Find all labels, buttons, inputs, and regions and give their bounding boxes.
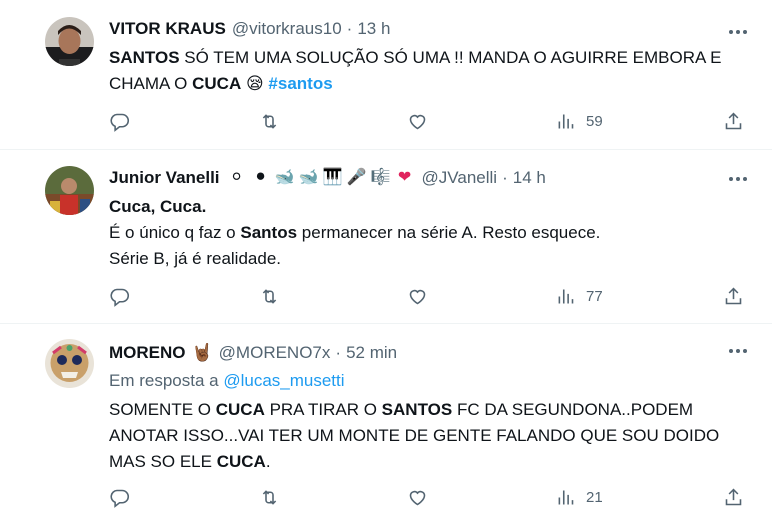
mention-text: CUCA xyxy=(215,400,265,419)
like-button[interactable] xyxy=(407,283,428,309)
like-icon xyxy=(409,114,426,129)
share-icon xyxy=(725,112,742,129)
name-emojis: ⚪ ⚫ 🐋 🐋 🎹 🎤 🎼 ❤ xyxy=(226,167,416,189)
tweet-actions: 59 xyxy=(109,108,751,134)
views-count: 21 xyxy=(586,488,603,506)
like-button[interactable] xyxy=(407,108,428,134)
emoji: 🐋 xyxy=(298,169,319,186)
share-icon xyxy=(725,488,742,505)
views-icon xyxy=(558,490,574,504)
text-line: Cuca, Cuca. xyxy=(109,197,207,216)
mention-text: SANTOS xyxy=(109,48,180,67)
tweet-text: Cuca, Cuca. É o único q faz o Santos per… xyxy=(109,194,752,272)
views-button[interactable]: 77 xyxy=(555,283,603,309)
emoji: 🎼 xyxy=(370,169,391,186)
tweet-actions: 77 xyxy=(109,283,751,309)
emoji: ⚪ xyxy=(229,169,244,186)
tweet-header: Junior Vanelli ⚪ ⚫ 🐋 🐋 🎹 🎤 🎼 ❤ @JVanelli… xyxy=(109,166,752,190)
emoji-text: 😪 xyxy=(241,74,269,93)
reply-icon xyxy=(110,288,130,307)
author-handle[interactable]: @vitorkraus10 xyxy=(232,19,342,39)
retweet-button[interactable] xyxy=(259,484,280,510)
like-button[interactable] xyxy=(407,484,428,510)
more-icon[interactable] xyxy=(724,341,752,361)
retweet-icon xyxy=(262,288,277,304)
mention-text: CUCA xyxy=(192,74,242,93)
emoji: ⚫ xyxy=(253,169,268,186)
text-span: permanecer na série A. Resto esquece. xyxy=(297,223,601,242)
reply-prefix: Em resposta a xyxy=(109,371,224,390)
separator-dot: · xyxy=(346,19,353,38)
views-count: 77 xyxy=(586,287,603,305)
like-icon xyxy=(409,490,426,505)
share-icon xyxy=(725,287,742,304)
text-line: Série B, já é realidade. xyxy=(109,249,281,268)
retweet-icon xyxy=(262,113,277,129)
tweet[interactable]: MORENO 🤘🏾 @MORENO7x · 52 min Em resposta… xyxy=(0,324,772,510)
text-span: . xyxy=(265,452,271,471)
emoji: ❤ xyxy=(397,169,412,186)
hashtag-link[interactable]: #santos xyxy=(268,74,332,93)
name-emoji: 🤘🏾 xyxy=(191,343,213,362)
tweet-text: SOMENTE O CUCA PRA TIRAR O SANTOS FC DA … xyxy=(109,397,752,475)
tweet[interactable]: Junior Vanelli ⚪ ⚫ 🐋 🐋 🎹 🎤 🎼 ❤ @JVanelli… xyxy=(0,150,772,324)
reply-button[interactable] xyxy=(109,108,130,134)
text-span: SOMENTE O xyxy=(109,400,216,419)
avatar[interactable] xyxy=(45,166,94,215)
tweet-text: SANTOS SÓ TEM UMA SOLUÇÃO SÓ UMA !! MAND… xyxy=(109,45,752,97)
avatar[interactable] xyxy=(45,17,94,66)
timestamp[interactable]: 52 min xyxy=(346,343,397,363)
timestamp[interactable]: 13 h xyxy=(357,19,390,39)
retweet-button[interactable] xyxy=(259,283,280,309)
reply-to-link[interactable]: @lucas_musetti xyxy=(223,371,344,390)
author-handle[interactable]: @JVanelli xyxy=(422,168,498,188)
emoji: 🎹 xyxy=(322,169,343,186)
text-span: PRA TIRAR O xyxy=(264,400,382,419)
views-icon xyxy=(558,289,574,303)
reply-button[interactable] xyxy=(109,283,130,309)
tweet-content: MORENO 🤘🏾 @MORENO7x · 52 min Em resposta… xyxy=(109,341,752,475)
tweet-content: Junior Vanelli ⚪ ⚫ 🐋 🐋 🎹 🎤 🎼 ❤ @JVanelli… xyxy=(109,166,752,272)
tweet-content: VITOR KRAUS @vitorkraus10 · 13 h SANTOS … xyxy=(109,17,752,97)
reply-icon xyxy=(110,489,130,508)
mention-text: SANTOS xyxy=(381,400,453,419)
like-icon xyxy=(409,289,426,304)
separator-dot: · xyxy=(335,343,342,362)
separator-dot: · xyxy=(502,168,508,187)
author-handle[interactable]: @MORENO7x xyxy=(219,343,331,363)
mention-text: CUCA xyxy=(216,452,266,471)
more-icon[interactable] xyxy=(724,22,752,42)
tweet-header: MORENO 🤘🏾 @MORENO7x · 52 min xyxy=(109,341,752,365)
views-button[interactable]: 59 xyxy=(555,108,603,134)
reply-icon xyxy=(110,113,130,132)
retweet-button[interactable] xyxy=(259,108,280,134)
timestamp[interactable]: 14 h xyxy=(513,168,546,188)
tweet[interactable]: VITOR KRAUS @vitorkraus10 · 13 h SANTOS … xyxy=(0,0,772,150)
views-button[interactable]: 21 xyxy=(555,484,603,510)
emoji: 🐋 xyxy=(274,169,295,186)
views-icon xyxy=(558,114,574,128)
retweet-icon xyxy=(262,489,277,505)
mention-text: Santos xyxy=(240,223,298,242)
avatar[interactable] xyxy=(45,339,94,388)
author-name[interactable]: VITOR KRAUS xyxy=(109,19,226,39)
author-name[interactable]: Junior Vanelli xyxy=(109,168,220,188)
views-count: 59 xyxy=(586,112,603,130)
tweet-actions: 21 xyxy=(109,484,751,510)
share-button[interactable] xyxy=(723,484,744,510)
tweet-header: VITOR KRAUS @vitorkraus10 · 13 h xyxy=(109,17,752,41)
share-button[interactable] xyxy=(723,283,744,309)
reply-button[interactable] xyxy=(109,484,130,510)
reply-context: Em resposta a @lucas_musetti xyxy=(109,369,752,393)
text-span: É o único q faz o xyxy=(109,223,241,242)
share-button[interactable] xyxy=(723,108,744,134)
author-name[interactable]: MORENO xyxy=(109,343,186,363)
more-icon[interactable] xyxy=(724,169,752,189)
tweet-feed: VITOR KRAUS @vitorkraus10 · 13 h SANTOS … xyxy=(0,0,772,510)
emoji: 🎤 xyxy=(346,169,367,186)
